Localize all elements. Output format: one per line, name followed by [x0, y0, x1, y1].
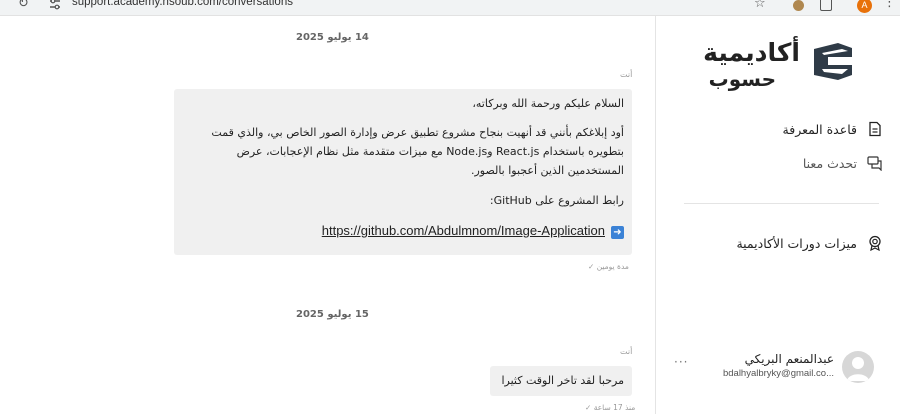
user-name: عبدالمنعم البريكي [744, 352, 834, 366]
check-icon: ✓ [588, 262, 595, 271]
nav-label: قاعدة المعرفة [782, 121, 857, 137]
message-bubble: السلام عليكم ورحمة الله وبركاته، أود إبل… [174, 89, 632, 255]
profile-avatar[interactable]: A [857, 0, 872, 13]
sidebar-divider [684, 203, 879, 204]
more-options-icon[interactable]: ··· [674, 355, 688, 369]
message-time: منذ 17 ساعة [593, 403, 636, 412]
nav-knowledge-base[interactable]: قاعدة المعرفة [783, 118, 883, 140]
address-bar[interactable]: support.academy.hsoub.com/conversations [72, 0, 293, 8]
message-sender: أنت [620, 70, 633, 79]
avatar[interactable] [842, 351, 874, 383]
browser-toolbar: ↻ support.academy.hsoub.com/conversation… [0, 0, 900, 16]
message-bubble: مرحبا لقد تاخر الوقت كثيرا [490, 366, 632, 396]
nav-label: ميزات دورات الأكاديمية [736, 235, 857, 251]
nav-chat-with-us[interactable]: تحدث معنا [803, 152, 883, 174]
logo-subtitle: حسوب [708, 67, 776, 91]
github-link[interactable]: https://github.com/Abdulmnom/Image-Appli… [322, 221, 605, 240]
message-body: أود إبلاغكم بأنني قد أنهيت بنجاح مشروع ت… [211, 126, 624, 177]
message-link-intro: رابط المشروع على GitHub: [489, 194, 624, 207]
user-silhouette-icon [847, 357, 869, 381]
reload-icon[interactable]: ↻ [18, 0, 29, 11]
user-email: bdalhyalbryky@gmail.co... [722, 368, 834, 379]
document-icon [869, 121, 881, 137]
chat-icon [867, 156, 882, 171]
conversation-pane: 14 يوليو 2025 أنت السلام عليكم ورحمة الل… [0, 16, 655, 414]
site-settings-icon[interactable] [48, 0, 62, 11]
academy-logo[interactable]: أكاديمية حسوب [696, 36, 856, 92]
sidebar: أكاديمية حسوب قاعدة المعرفة تحدث معنا مي… [655, 16, 900, 414]
award-icon [869, 235, 881, 251]
message-status: مدة يومين ✓ [588, 262, 629, 271]
logo-title: أكاديمية [703, 38, 800, 67]
nav-academy-features[interactable]: ميزات دورات الأكاديمية [736, 232, 883, 254]
browser-menu-icon[interactable]: ⋮ [883, 0, 896, 10]
message-greeting: السلام عليكم ورحمة الله وبركاته، [472, 97, 624, 110]
nav-label: تحدث معنا [802, 155, 857, 171]
bookmark-star-icon[interactable]: ☆ [754, 0, 766, 11]
arrow-right-icon: ➜ [611, 225, 624, 239]
date-separator: 15 يوليو 2025 [296, 309, 369, 320]
check-icon: ✓ [585, 403, 592, 412]
message-status: منذ 17 ساعة ✓ [585, 403, 635, 412]
date-separator: 14 يوليو 2025 [296, 32, 369, 43]
message-sender: أنت [620, 347, 633, 356]
extensions-puzzle-icon[interactable] [820, 0, 832, 11]
user-profile[interactable]: عبدالمنعم البريكي bdalhyalbryky@gmail.co… [674, 351, 886, 383]
message-body: مرحبا لقد تاخر الوقت كثيرا [501, 374, 624, 387]
logo-mark-icon [814, 43, 852, 80]
message-time: مدة يومين [596, 262, 629, 271]
extension-icon[interactable] [793, 0, 804, 11]
